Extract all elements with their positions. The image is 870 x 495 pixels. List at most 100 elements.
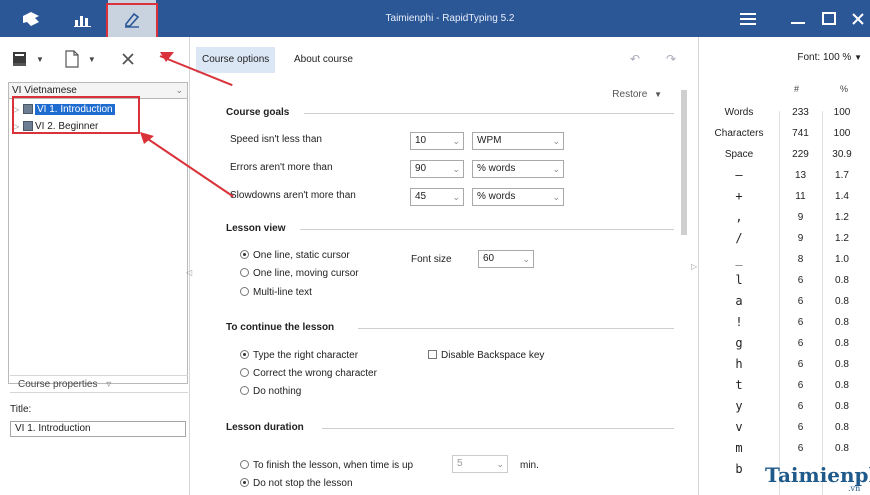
checkbox-icon: [428, 350, 437, 359]
stat-key: g: [735, 336, 743, 350]
stat-row: – 13 1.7: [699, 166, 870, 186]
stat-key: h: [735, 357, 743, 371]
radio-multi-line[interactable]: Multi-line text: [240, 287, 312, 298]
course-icon[interactable]: [10, 49, 30, 69]
slowdowns-value: 45: [415, 191, 427, 202]
stat-key: _: [735, 252, 743, 266]
undo-icon[interactable]: ↶: [630, 52, 640, 66]
radio-one-line-static[interactable]: One line, static cursor: [240, 250, 350, 261]
stat-row: h 6 0.8: [699, 355, 870, 375]
radio-icon: [240, 478, 249, 487]
stat-count: 6: [797, 275, 804, 286]
section-title: To continue the lesson: [226, 322, 335, 333]
stat-percent: 1.2: [835, 212, 849, 223]
hamburger-icon[interactable]: [735, 0, 761, 37]
chevron-down-icon: ⌄: [522, 254, 530, 264]
stat-key: !: [735, 315, 743, 329]
stat-percent: 0.8: [835, 296, 849, 307]
collapse-panel-icon[interactable]: ◁: [186, 268, 192, 277]
course-goals-heading: Course goals: [226, 107, 674, 118]
minimize-icon[interactable]: [787, 0, 809, 37]
expand-panel-icon[interactable]: ▷: [691, 262, 697, 271]
stat-count: 9: [797, 212, 804, 223]
slowdowns-input[interactable]: 45 ⌄: [410, 188, 464, 206]
stat-count: 229: [792, 149, 809, 160]
course-properties-label: Course properties: [18, 379, 98, 390]
speed-unit-select[interactable]: WPM ⌄: [472, 132, 564, 150]
tab-course-options[interactable]: Course options: [196, 47, 276, 73]
radio-do-not-stop[interactable]: Do not stop the lesson: [240, 478, 353, 489]
course-properties-header[interactable]: Course properties ▿: [10, 375, 188, 393]
new-file-dropdown-chevron-icon[interactable]: ▼: [88, 55, 96, 64]
radio-finish-when-time-up[interactable]: To finish the lesson, when time is up: [240, 460, 413, 471]
radio-icon: [240, 350, 249, 359]
section-title: Lesson duration: [226, 422, 304, 433]
font-zoom-value: Font: 100 %: [797, 52, 852, 63]
title-field[interactable]: VI 1. Introduction: [10, 421, 186, 437]
stat-row: / 9 1.2: [699, 229, 870, 249]
watermark-suffix: .vn: [848, 484, 861, 493]
stat-key: –: [735, 168, 743, 182]
radio-icon: [240, 268, 249, 277]
stat-count: 6: [797, 401, 804, 412]
maximize-icon[interactable]: [818, 0, 840, 37]
window-title: Taimienphi - RapidTyping 5.2: [385, 13, 515, 24]
errors-input[interactable]: 90 ⌄: [410, 160, 464, 178]
scrollbar-thumb[interactable]: [681, 90, 687, 235]
errors-unit-value: % words: [477, 163, 516, 174]
radio-one-line-moving[interactable]: One line, moving cursor: [240, 268, 359, 279]
stat-row: y 6 0.8: [699, 397, 870, 417]
delete-icon[interactable]: [118, 49, 138, 69]
new-file-icon[interactable]: [62, 49, 82, 69]
stat-key: ,: [735, 210, 743, 224]
tab-about-course[interactable]: About course: [288, 47, 359, 73]
stat-row: m 6 0.8: [699, 439, 870, 459]
stat-count: 13: [794, 170, 807, 181]
tab-bar: Course options About course ↶ ↷: [196, 47, 696, 73]
font-size-label: Font size: [411, 254, 452, 265]
stat-percent: 0.8: [835, 317, 849, 328]
keyboard-icon[interactable]: [18, 0, 44, 37]
close-icon[interactable]: [848, 0, 868, 37]
stat-count: 6: [797, 443, 804, 454]
stat-count: 6: [797, 422, 804, 433]
disable-backspace-checkbox[interactable]: Disable Backspace key: [428, 350, 544, 361]
tree-highlight-box: [12, 96, 140, 134]
font-zoom-select[interactable]: Font: 100 % ▼: [797, 52, 862, 63]
stat-percent: 0.8: [835, 422, 849, 433]
radio-label: To finish the lesson, when time is up: [253, 460, 414, 471]
stat-percent: 1.0: [835, 254, 849, 265]
divider: [304, 113, 674, 114]
redo-icon[interactable]: ↷: [666, 52, 676, 66]
course-dropdown-chevron-icon[interactable]: ▼: [36, 55, 44, 64]
stat-percent: 0.8: [835, 359, 849, 370]
stat-row: t 6 0.8: [699, 376, 870, 396]
stat-row: v 6 0.8: [699, 418, 870, 438]
chevron-down-icon: ⌄: [452, 136, 460, 146]
slowdowns-unit-select[interactable]: % words ⌄: [472, 188, 564, 206]
errors-unit-select[interactable]: % words ⌄: [472, 160, 564, 178]
radio-type-right[interactable]: Type the right character: [240, 350, 358, 361]
stat-count: 6: [797, 317, 804, 328]
font-size-select[interactable]: 60 ⌄: [478, 250, 534, 268]
stat-count: 9: [797, 233, 804, 244]
section-title: Lesson view: [226, 223, 286, 234]
stat-key: Characters: [714, 128, 764, 139]
speed-input[interactable]: 10 ⌄: [410, 132, 464, 150]
chevron-down-icon: ⌄: [552, 192, 560, 202]
course-options-panel: Restore ▼ Course goals Speed isn't less …: [196, 74, 690, 495]
radio-correct-wrong[interactable]: Correct the wrong character: [240, 368, 377, 379]
restore-button[interactable]: Restore ▼: [612, 89, 662, 100]
radio-do-nothing[interactable]: Do nothing: [240, 386, 301, 397]
main-scrollbar[interactable]: [679, 80, 689, 485]
slowdowns-label: Slowdowns aren't more than: [230, 190, 356, 201]
stat-key: l: [735, 273, 743, 287]
stat-count: 741: [792, 128, 809, 139]
slowdowns-unit-value: % words: [477, 191, 516, 202]
checkbox-label: Disable Backspace key: [441, 350, 545, 361]
statistics-icon[interactable]: [70, 0, 96, 37]
stat-percent: 1.2: [835, 233, 849, 244]
chevron-down-icon: ▼: [854, 53, 862, 62]
duration-time-input[interactable]: 5 ⌄: [452, 455, 508, 473]
stat-key: /: [735, 231, 743, 245]
